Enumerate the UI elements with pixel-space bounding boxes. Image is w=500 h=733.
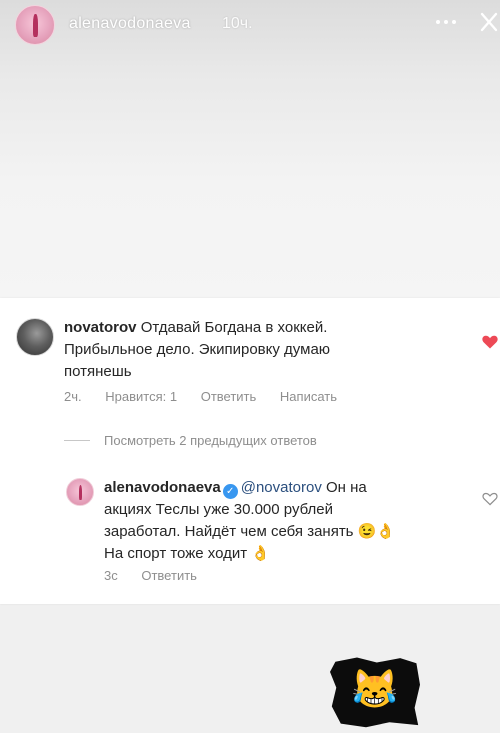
wink-ok-emoji: 😉👌 — [357, 523, 396, 540]
like-heart-icon[interactable] — [482, 335, 498, 349]
reply-meta: 3с Ответить — [104, 568, 217, 583]
crying-laughing-cat-sticker-icon[interactable]: 😹 — [350, 662, 400, 718]
comment-body: novatorov Отдавай Богдана в хоккей. Приб… — [64, 317, 469, 383]
reply-text-line3: заработал. Найдёт чем себя занять — [104, 523, 354, 540]
comment-text-line2: Прибыльное дело. Экипировку думаю — [64, 341, 331, 358]
reply-body: alenavodonaeva ✓ @novatorov Он на акциях Т… — [104, 477, 434, 565]
divider-line — [64, 440, 90, 441]
reply-text-line4: На спорт тоже ходит — [104, 545, 248, 562]
comment-message-button[interactable]: Написать — [280, 389, 337, 404]
view-previous-label[interactable]: Посмотреть 2 предыдущих ответов — [104, 433, 317, 448]
close-icon[interactable] — [478, 8, 500, 38]
reply-reply-button[interactable]: Ответить — [141, 568, 197, 583]
like-heart-outline-icon[interactable] — [482, 492, 498, 506]
reply-mention-link[interactable]: @novatorov — [241, 479, 322, 496]
reply-time: 3с — [104, 568, 118, 583]
reply-username[interactable]: alenavodonaeva — [104, 479, 221, 496]
ok-hand-emoji: 👌 — [251, 545, 270, 562]
story-timestamp: 10ч. — [222, 15, 253, 32]
commenter-avatar[interactable] — [16, 318, 54, 356]
reply-text-line1-tail: Он на — [326, 479, 367, 496]
comment-meta: 2ч. Нравится: 1 Ответить Написать — [64, 389, 357, 404]
comment-likes-count[interactable]: Нравится: 1 — [105, 389, 177, 404]
comment-reply-button[interactable]: Ответить — [201, 389, 257, 404]
story-author-avatar[interactable] — [15, 5, 55, 45]
story-author-username[interactable]: alenavodonaeva — [69, 15, 191, 33]
comment-text-line1: Отдавай Богдана в хоккей. — [140, 319, 328, 336]
comment-text-line3: потянешь — [64, 363, 132, 380]
more-dots-icon[interactable] — [432, 10, 460, 34]
verified-badge-icon: ✓ — [222, 484, 238, 499]
story-header: alenavodonaeva 10ч. — [0, 0, 500, 58]
comment-username[interactable]: novatorov — [64, 319, 137, 336]
reply-text-line2: акциях Теслы уже 30.000 рублей — [104, 501, 334, 518]
reply-author-avatar[interactable] — [66, 478, 94, 506]
comment-time: 2ч. — [64, 389, 82, 404]
view-previous-replies[interactable]: Посмотреть 2 предыдущих ответов — [64, 431, 424, 451]
